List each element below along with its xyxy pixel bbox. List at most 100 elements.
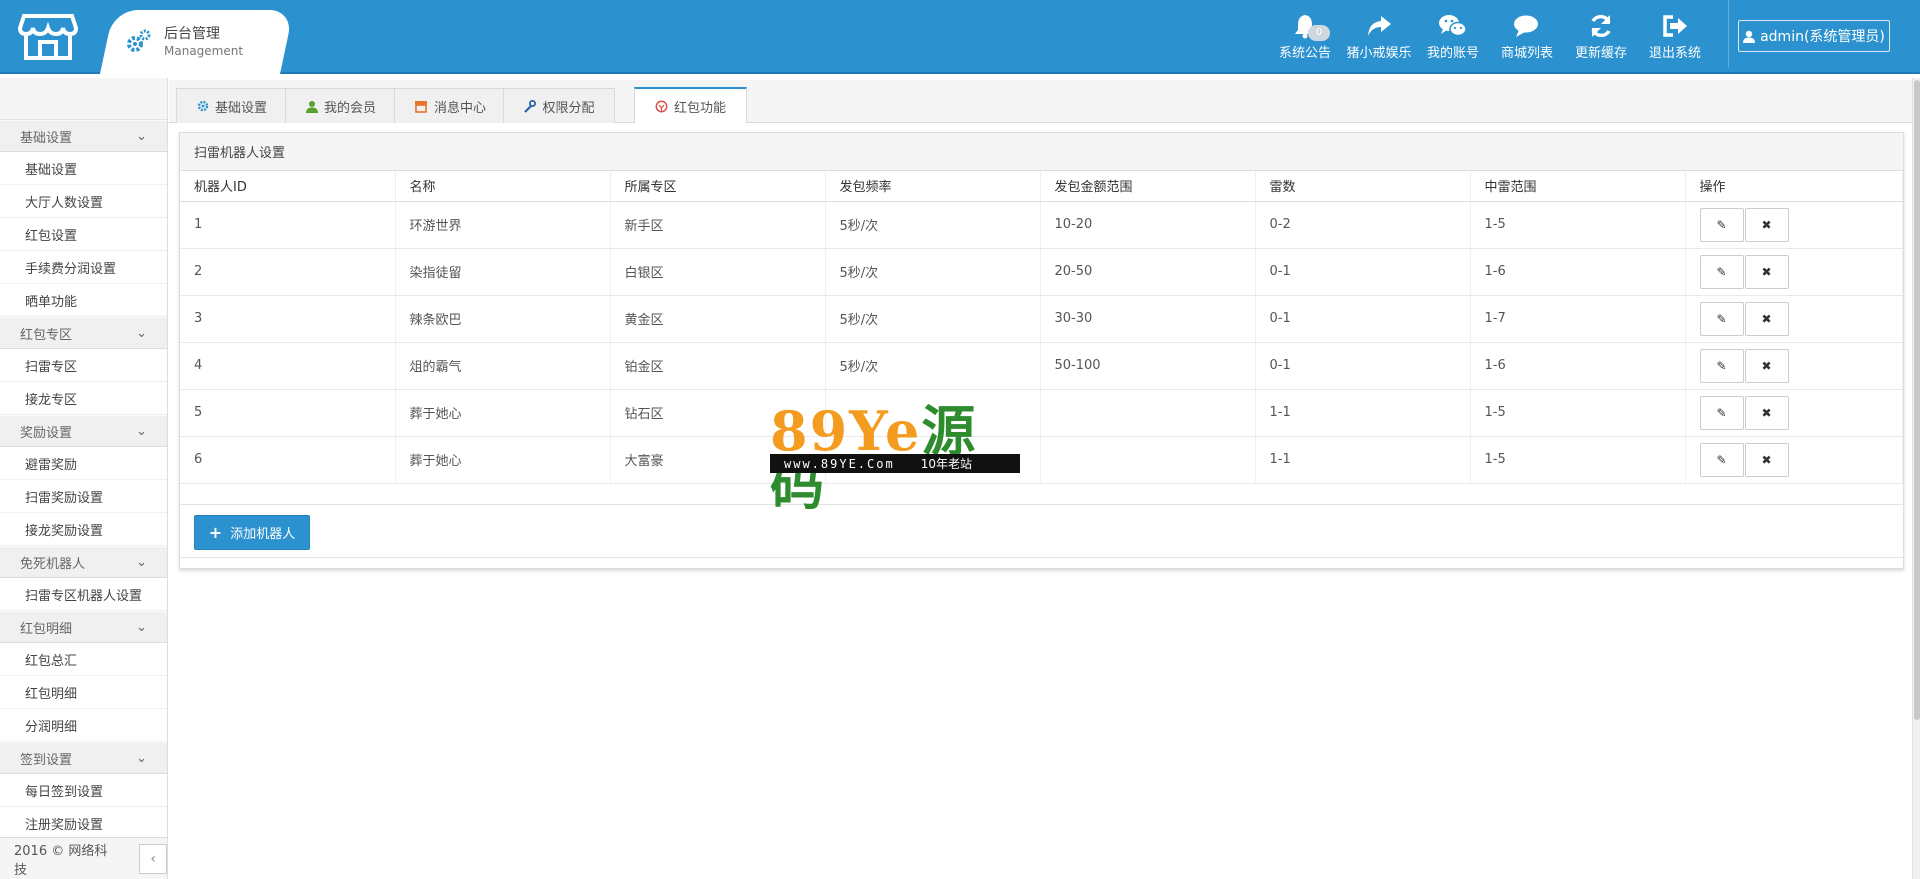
edit-icon: ✎ xyxy=(1716,358,1727,373)
sidebar-group-checkin-settings[interactable]: 签到设置 ⌄ xyxy=(0,742,167,774)
tab-redpacket-functions[interactable]: 红包功能 xyxy=(634,87,747,123)
scrollbar-thumb[interactable] xyxy=(1914,80,1920,720)
sidebar-item-fee-share[interactable]: 手续费分润设置 xyxy=(0,251,167,284)
cell-frequency: 5秒/次 xyxy=(825,248,1041,296)
cell-name: 俎的霸气 xyxy=(395,342,611,390)
share-icon xyxy=(1368,16,1391,36)
sidebar-item-redpacket-details[interactable]: 红包明细 xyxy=(0,676,167,709)
edit-button[interactable]: ✎ xyxy=(1699,442,1744,477)
sidebar-item-redpacket-settings[interactable]: 红包设置 xyxy=(0,218,167,251)
sidebar-item-avoid-mine-reward[interactable]: 避雷奖励 xyxy=(0,447,167,480)
sidebar-item-solitaire-reward[interactable]: 接龙奖励设置 xyxy=(0,513,167,546)
sidebar-group-label: 基础设置 xyxy=(20,130,73,146)
robot-settings-panel: 扫雷机器人设置 机器人ID 名称 所属专区 发包频率 发包金额范围 雷数 中雷范… xyxy=(179,132,1904,569)
sidebar-collapse-button[interactable]: ‹ xyxy=(139,843,167,874)
sidebar-item-basic-settings[interactable]: 基础设置 xyxy=(0,152,167,185)
column-header: 发包频率 xyxy=(825,171,1041,202)
sidebar-item-solitaire-zone[interactable]: 接龙专区 xyxy=(0,382,167,415)
table-header-row: 机器人ID 名称 所属专区 发包频率 发包金额范围 雷数 中雷范围 操作 xyxy=(180,171,1903,202)
sidebar-item-robot-settings[interactable]: 扫雷专区机器人设置 xyxy=(0,578,167,611)
delete-button[interactable]: ✖ xyxy=(1744,254,1789,289)
tab-permissions[interactable]: 权限分配 xyxy=(503,88,615,123)
cell-zone: 白银区 xyxy=(610,248,826,296)
cell-mine-count: 0-1 xyxy=(1255,342,1471,390)
gear-icon xyxy=(127,29,151,52)
sidebar-item-minesweeper-zone[interactable]: 扫雷专区 xyxy=(0,349,167,382)
cell-id: 4 xyxy=(180,342,396,390)
delete-button[interactable]: ✖ xyxy=(1744,442,1789,477)
top-menu-my-account[interactable]: 我的账号 xyxy=(1416,12,1490,61)
top-menu-logout[interactable]: 退出系统 xyxy=(1638,12,1712,61)
refresh-icon xyxy=(1591,14,1611,38)
edit-button[interactable]: ✎ xyxy=(1699,207,1744,242)
panel-title: 扫雷机器人设置 xyxy=(180,133,1903,171)
edit-icon: ✎ xyxy=(1716,452,1727,467)
sidebar-item-daily-checkin[interactable]: 每日签到设置 xyxy=(0,774,167,807)
delete-button[interactable]: ✖ xyxy=(1744,301,1789,336)
cell-id: 2 xyxy=(180,248,396,296)
top-menu-entertainment[interactable]: 猪小戒娱乐 xyxy=(1342,12,1416,61)
copyright-text: 2016 © 网络科技 xyxy=(14,843,108,878)
page-scrollbar[interactable] xyxy=(1912,78,1920,879)
tab-basic-settings[interactable]: 基础设置 xyxy=(176,88,288,123)
sidebar-top-spacer xyxy=(0,78,167,120)
table-row: 1 环游世界 新手区 5秒/次 10-20 0-2 1-5 ✎ ✖ xyxy=(180,201,1903,249)
redpacket-icon xyxy=(655,100,668,112)
edit-button[interactable]: ✎ xyxy=(1699,254,1744,289)
cell-actions: ✎ ✖ xyxy=(1685,248,1903,296)
cell-hit-range: 1-6 xyxy=(1470,342,1686,390)
chevron-down-icon: ⌄ xyxy=(136,554,147,570)
cell-name: 辣条欧巴 xyxy=(395,295,611,343)
delete-button[interactable]: ✖ xyxy=(1744,207,1789,242)
cell-actions: ✎ ✖ xyxy=(1685,201,1903,249)
admin-account-button[interactable]: admin(系统管理员) xyxy=(1738,20,1890,52)
plus-icon: + xyxy=(208,522,223,542)
add-robot-label: 添加机器人 xyxy=(230,526,296,542)
sidebar-group-reward-settings[interactable]: 奖励设置 ⌄ xyxy=(0,415,167,447)
sidebar-item-minesweeper-reward[interactable]: 扫雷奖励设置 xyxy=(0,480,167,513)
tab-my-members[interactable]: 我的会员 xyxy=(285,88,397,123)
close-icon: ✖ xyxy=(1761,452,1772,467)
top-menu-announcements[interactable]: 0 系统公告 xyxy=(1268,12,1342,61)
sidebar-group-immune-robot[interactable]: 免死机器人 ⌄ xyxy=(0,546,167,578)
edit-button[interactable]: ✎ xyxy=(1699,395,1744,430)
edit-button[interactable]: ✎ xyxy=(1699,348,1744,383)
tab-label: 基础设置 xyxy=(214,100,267,116)
sidebar-item-redpacket-summary[interactable]: 红包总汇 xyxy=(0,643,167,676)
store-logo-icon[interactable] xyxy=(18,12,78,62)
comments-icon xyxy=(1514,15,1538,37)
close-icon: ✖ xyxy=(1761,217,1772,232)
cell-zone: 黄金区 xyxy=(610,295,826,343)
edit-button[interactable]: ✎ xyxy=(1699,301,1744,336)
top-menu-label: 更新缓存 xyxy=(1574,46,1627,61)
column-header: 所属专区 xyxy=(610,171,826,202)
sidebar-group-redpacket-details[interactable]: 红包明细 ⌄ xyxy=(0,611,167,643)
table-row: 3 辣条欧巴 黄金区 5秒/次 30-30 0-1 1-7 ✎ ✖ xyxy=(180,295,1903,343)
sidebar-group-label: 奖励设置 xyxy=(20,425,73,441)
cell-id: 1 xyxy=(180,201,396,249)
table-row: 6 葬于她心 大富豪 1-1 1-5 ✎ ✖ xyxy=(180,436,1903,484)
delete-button[interactable]: ✖ xyxy=(1744,348,1789,383)
delete-button[interactable]: ✖ xyxy=(1744,395,1789,430)
sidebar-item-share-details[interactable]: 分润明细 xyxy=(0,709,167,742)
sidebar-item-lobby-count[interactable]: 大厅人数设置 xyxy=(0,185,167,218)
chevron-down-icon: ⌄ xyxy=(136,325,147,341)
close-icon: ✖ xyxy=(1761,405,1772,420)
top-menu: 0 系统公告 猪小戒娱乐 我的账号 商城列表 更新缓存 退出系统 xyxy=(1268,12,1712,61)
brand[interactable]: 后台管理 Management xyxy=(124,22,243,62)
tab-message-center[interactable]: 消息中心 xyxy=(394,88,506,123)
add-robot-button[interactable]: + 添加机器人 xyxy=(194,514,310,550)
sidebar-group-basic-settings[interactable]: 基础设置 ⌄ xyxy=(0,120,167,152)
column-header: 机器人ID xyxy=(180,171,396,202)
top-menu-shop-list[interactable]: 商城列表 xyxy=(1490,12,1564,61)
sidebar-item-register-reward[interactable]: 注册奖励设置 xyxy=(0,807,167,840)
sidebar-footer: 2016 © 网络科技 ‹ xyxy=(0,837,167,879)
sidebar-item-show-orders[interactable]: 晒单功能 xyxy=(0,284,167,317)
sidebar-group-redpacket-zone[interactable]: 红包专区 ⌄ xyxy=(0,317,167,349)
close-icon: ✖ xyxy=(1761,311,1772,326)
cell-frequency: 5秒/次 xyxy=(825,342,1041,390)
top-menu-refresh-cache[interactable]: 更新缓存 xyxy=(1564,12,1638,61)
cell-mine-count: 1-1 xyxy=(1255,436,1471,484)
user-icon xyxy=(1743,30,1756,43)
table-row: 5 葬于她心 钻石区 1-1 1-5 ✎ ✖ xyxy=(180,389,1903,437)
